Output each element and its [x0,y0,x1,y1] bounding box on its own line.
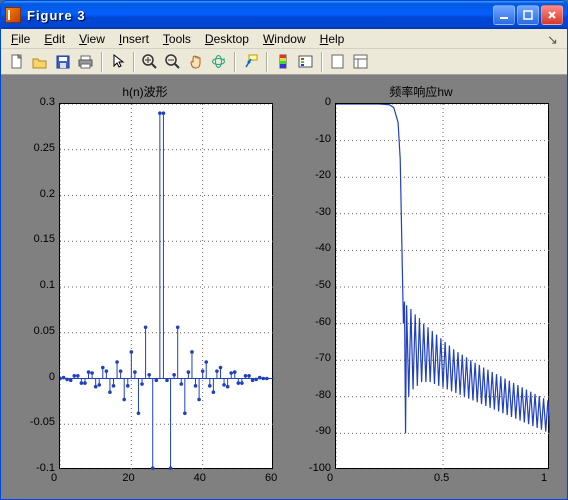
pointer-icon[interactable] [106,51,129,73]
ytick-label: -70 [291,352,331,364]
minimize-button[interactable] [493,5,515,25]
ytick-label: -0.1 [15,462,55,474]
ytick-label: -60 [291,316,331,328]
data-cursor-icon[interactable] [239,51,262,73]
pan-icon[interactable] [184,51,207,73]
ytick-label: -10 [291,133,331,145]
menu-window[interactable]: Window [257,31,312,47]
menu-help[interactable]: Help [314,31,351,47]
ytick-label: -80 [291,389,331,401]
ytick-label: -20 [291,169,331,181]
open-icon[interactable] [28,51,51,73]
ytick-label: 0.3 [15,96,55,108]
menu-insert[interactable]: Insert [113,31,155,47]
xtick-label: 40 [194,472,206,484]
ytick-label: -30 [291,206,331,218]
axes-2-box[interactable] [335,103,549,469]
titlebar[interactable]: Figure 3 [1,1,567,29]
zoom-in-icon[interactable] [138,51,161,73]
ytick-label: 0 [15,371,55,383]
ytick-label: -0.05 [15,416,55,428]
show-tools-icon[interactable] [349,51,372,73]
ytick-label: 0.1 [15,279,55,291]
close-button[interactable] [541,5,563,25]
menu-desktop[interactable]: Desktop [199,31,255,47]
menu-tools[interactable]: Tools [157,31,197,47]
save-icon[interactable] [51,51,74,73]
print-icon[interactable] [74,51,97,73]
hide-tools-icon[interactable] [326,51,349,73]
ytick-label: 0.05 [15,325,55,337]
menu-edit[interactable]: Edit [38,31,71,47]
figure-window: Figure 3 File Edit View Insert Tools Des… [0,0,568,500]
axes-1[interactable]: h(n)波形 0204060-0.1-0.0500.050.10.150.20.… [7,81,283,493]
xtick-label: 20 [122,472,134,484]
maximize-button[interactable] [517,5,539,25]
ytick-label: 0 [291,96,331,108]
window-title: Figure 3 [27,8,493,23]
xtick-label: 60 [265,472,277,484]
ytick-label: -50 [291,279,331,291]
xtick-label: 0.5 [434,472,449,484]
colorbar-icon[interactable] [271,51,294,73]
legend-icon[interactable] [294,51,317,73]
figure-canvas[interactable]: h(n)波形 0204060-0.1-0.0500.050.10.150.20.… [1,75,567,499]
axes-1-box[interactable] [59,103,273,469]
menu-view[interactable]: View [73,31,111,47]
new-file-icon[interactable] [5,51,28,73]
matlab-icon [5,7,21,23]
ytick-label: -90 [291,425,331,437]
menubar: File Edit View Insert Tools Desktop Wind… [1,29,567,49]
ytick-label: -40 [291,242,331,254]
axes-2[interactable]: 频率响应hw 00.51-100-90-80-70-60-50-40-30-20… [283,81,559,493]
ytick-label: 0.25 [15,142,55,154]
toolbar [1,49,567,75]
ytick-label: -100 [291,462,331,474]
rotate3d-icon[interactable] [207,51,230,73]
ytick-label: 0.2 [15,188,55,200]
xtick-label: 1 [541,472,547,484]
zoom-out-icon[interactable] [161,51,184,73]
ytick-label: 0.15 [15,233,55,245]
menu-file[interactable]: File [5,31,36,47]
dock-icon[interactable]: ↘ [547,32,563,46]
